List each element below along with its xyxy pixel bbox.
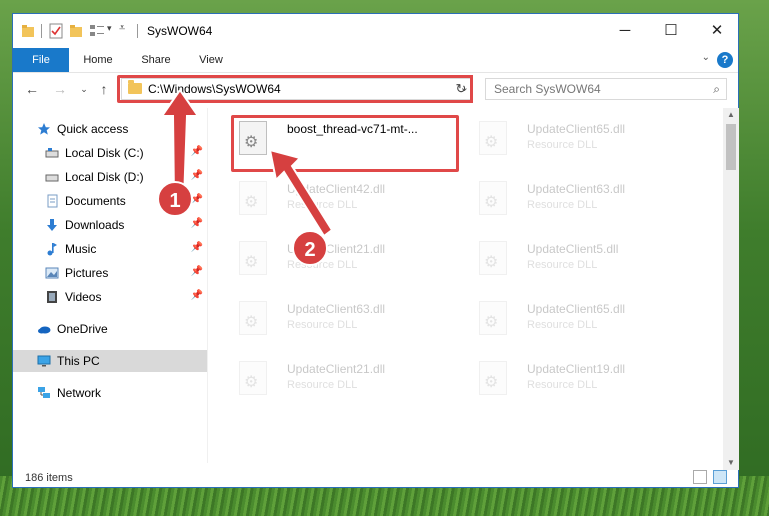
file-type: Resource DLL	[527, 199, 598, 211]
sidebar-item-label: Videos	[65, 290, 102, 304]
file-type: Resource DLL	[527, 259, 598, 271]
title-bar: ▾ ⩡ SysWOW64 ─ ☐ ✕	[13, 14, 738, 48]
downloads-icon	[47, 219, 57, 231]
tab-file[interactable]: File	[13, 48, 69, 72]
details-view-icon[interactable]	[693, 470, 707, 484]
file-item[interactable]: UpdateClient63.dll Resource DLL	[467, 172, 697, 222]
sidebar-item-label: This PC	[57, 354, 100, 368]
sidebar-item-label: Quick access	[57, 122, 129, 136]
dll-file-icon	[479, 361, 507, 395]
file-name: UpdateClient63.dll	[527, 182, 626, 196]
folder-icon	[22, 25, 34, 37]
forward-icon[interactable]: →	[51, 80, 69, 98]
drive-icon	[45, 148, 59, 158]
sidebar-item-onedrive[interactable]: OneDrive	[13, 318, 207, 340]
status-bar: 186 items	[13, 466, 738, 488]
dll-file-icon	[479, 301, 507, 335]
dll-file-icon	[479, 241, 507, 275]
file-type: Resource DLL	[287, 319, 358, 331]
tab-home[interactable]: Home	[77, 48, 119, 72]
pin-icon: 📌	[190, 242, 203, 253]
sidebar-item-label: Pictures	[65, 266, 109, 280]
recent-locations-icon[interactable]: ⌄	[75, 80, 93, 98]
sidebar-item-network[interactable]: Network	[13, 382, 207, 404]
separator	[137, 24, 138, 38]
sidebar-item-pictures[interactable]: Pictures 📌	[13, 262, 207, 284]
sidebar-item-videos[interactable]: Videos 📌	[13, 286, 207, 308]
file-name: UpdateClient21.dll	[287, 362, 386, 376]
file-item[interactable]: UpdateClient65.dll Resource DLL	[467, 112, 697, 162]
file-name: UpdateClient5.dll	[527, 242, 619, 256]
file-item[interactable]: UpdateClient5.dll Resource DLL	[467, 232, 697, 282]
computer-icon	[37, 355, 51, 367]
tab-view[interactable]: View	[191, 48, 231, 72]
vertical-scrollbar[interactable]: ▲ ▼	[723, 108, 739, 470]
dll-file-icon	[479, 121, 507, 155]
qat-more-icon[interactable]: ⩡	[119, 22, 125, 35]
pin-icon: 📌	[190, 290, 203, 301]
up-icon[interactable]: ↑	[95, 80, 113, 98]
sidebar-item-music[interactable]: Music 📌	[13, 238, 207, 260]
file-type: Resource DLL	[527, 319, 598, 331]
pictures-icon	[45, 267, 59, 279]
sidebar-item-label: Downloads	[65, 218, 125, 232]
customize-qat-icon[interactable]	[89, 23, 105, 39]
file-name: UpdateClient19.dll	[527, 362, 626, 376]
star-icon	[38, 123, 50, 135]
sidebar-item-label: Documents	[65, 194, 126, 208]
search-input[interactable]: Search SysWOW64	[494, 82, 601, 96]
file-type: Resource DLL	[527, 139, 598, 151]
back-icon[interactable]: ←	[23, 80, 41, 98]
sidebar-item-label: Network	[57, 386, 102, 400]
tab-share[interactable]: Share	[135, 48, 177, 72]
dll-file-icon	[239, 361, 267, 395]
address-row: ← → ⌄ ↑ C:\Windows\SysWOW64 ⌄ ↻ Search S…	[13, 74, 738, 106]
separator	[41, 24, 42, 38]
sidebar-item-label: Music	[65, 242, 97, 256]
network-icon	[38, 387, 50, 398]
file-type: Resource DLL	[527, 379, 598, 391]
help-button[interactable]: ?	[717, 52, 733, 68]
sidebar-item-label: Local Disk (C:)	[65, 146, 144, 160]
music-icon	[47, 243, 57, 256]
scroll-up-icon[interactable]: ▲	[723, 108, 739, 122]
expand-ribbon-icon[interactable]: ⌄	[702, 52, 710, 63]
search-icon[interactable]: ⌕	[713, 82, 720, 97]
step-2-badge: 2	[292, 230, 328, 266]
new-folder-icon[interactable]	[69, 23, 83, 39]
scrollbar-thumb[interactable]	[726, 124, 736, 170]
cloud-icon	[38, 326, 51, 334]
window-title: SysWOW64	[147, 24, 213, 38]
qat-dropdown-icon[interactable]: ▾	[107, 23, 112, 34]
maximize-button[interactable]: ☐	[648, 14, 694, 46]
file-name: UpdateClient65.dll	[527, 302, 626, 316]
large-icons-view-icon[interactable]	[713, 470, 727, 484]
refresh-highlight	[449, 75, 473, 103]
file-explorer-window: ▾ ⩡ SysWOW64 ─ ☐ ✕ File Home Share View …	[12, 13, 739, 488]
step-1-badge: 1	[157, 181, 193, 217]
properties-icon[interactable]	[49, 23, 63, 39]
dll-file-icon	[239, 301, 267, 335]
documents-icon	[47, 194, 58, 208]
dll-file-icon	[479, 181, 507, 215]
sidebar-item-this-pc[interactable]: This PC	[13, 350, 207, 372]
item-count: 186 items	[25, 472, 73, 484]
file-item[interactable]: UpdateClient21.dll Resource DLL	[227, 352, 457, 402]
search-box[interactable]: Search SysWOW64 ⌕	[485, 78, 727, 100]
minimize-button[interactable]: ─	[602, 14, 648, 46]
file-item[interactable]: UpdateClient65.dll Resource DLL	[467, 292, 697, 342]
file-name: UpdateClient63.dll	[287, 302, 386, 316]
close-button[interactable]: ✕	[694, 14, 740, 46]
drive-icon	[45, 174, 59, 182]
pin-icon: 📌	[190, 266, 203, 277]
sidebar-item-label: OneDrive	[57, 322, 108, 336]
file-item[interactable]: UpdateClient19.dll Resource DLL	[467, 352, 697, 402]
file-item[interactable]: UpdateClient63.dll Resource DLL	[227, 292, 457, 342]
file-name: UpdateClient65.dll	[527, 122, 626, 136]
sidebar-item-label: Local Disk (D:)	[65, 170, 144, 184]
file-type: Resource DLL	[287, 379, 358, 391]
ribbon-tabs: File Home Share View ⌄ ?	[13, 48, 738, 73]
videos-icon	[47, 291, 57, 303]
